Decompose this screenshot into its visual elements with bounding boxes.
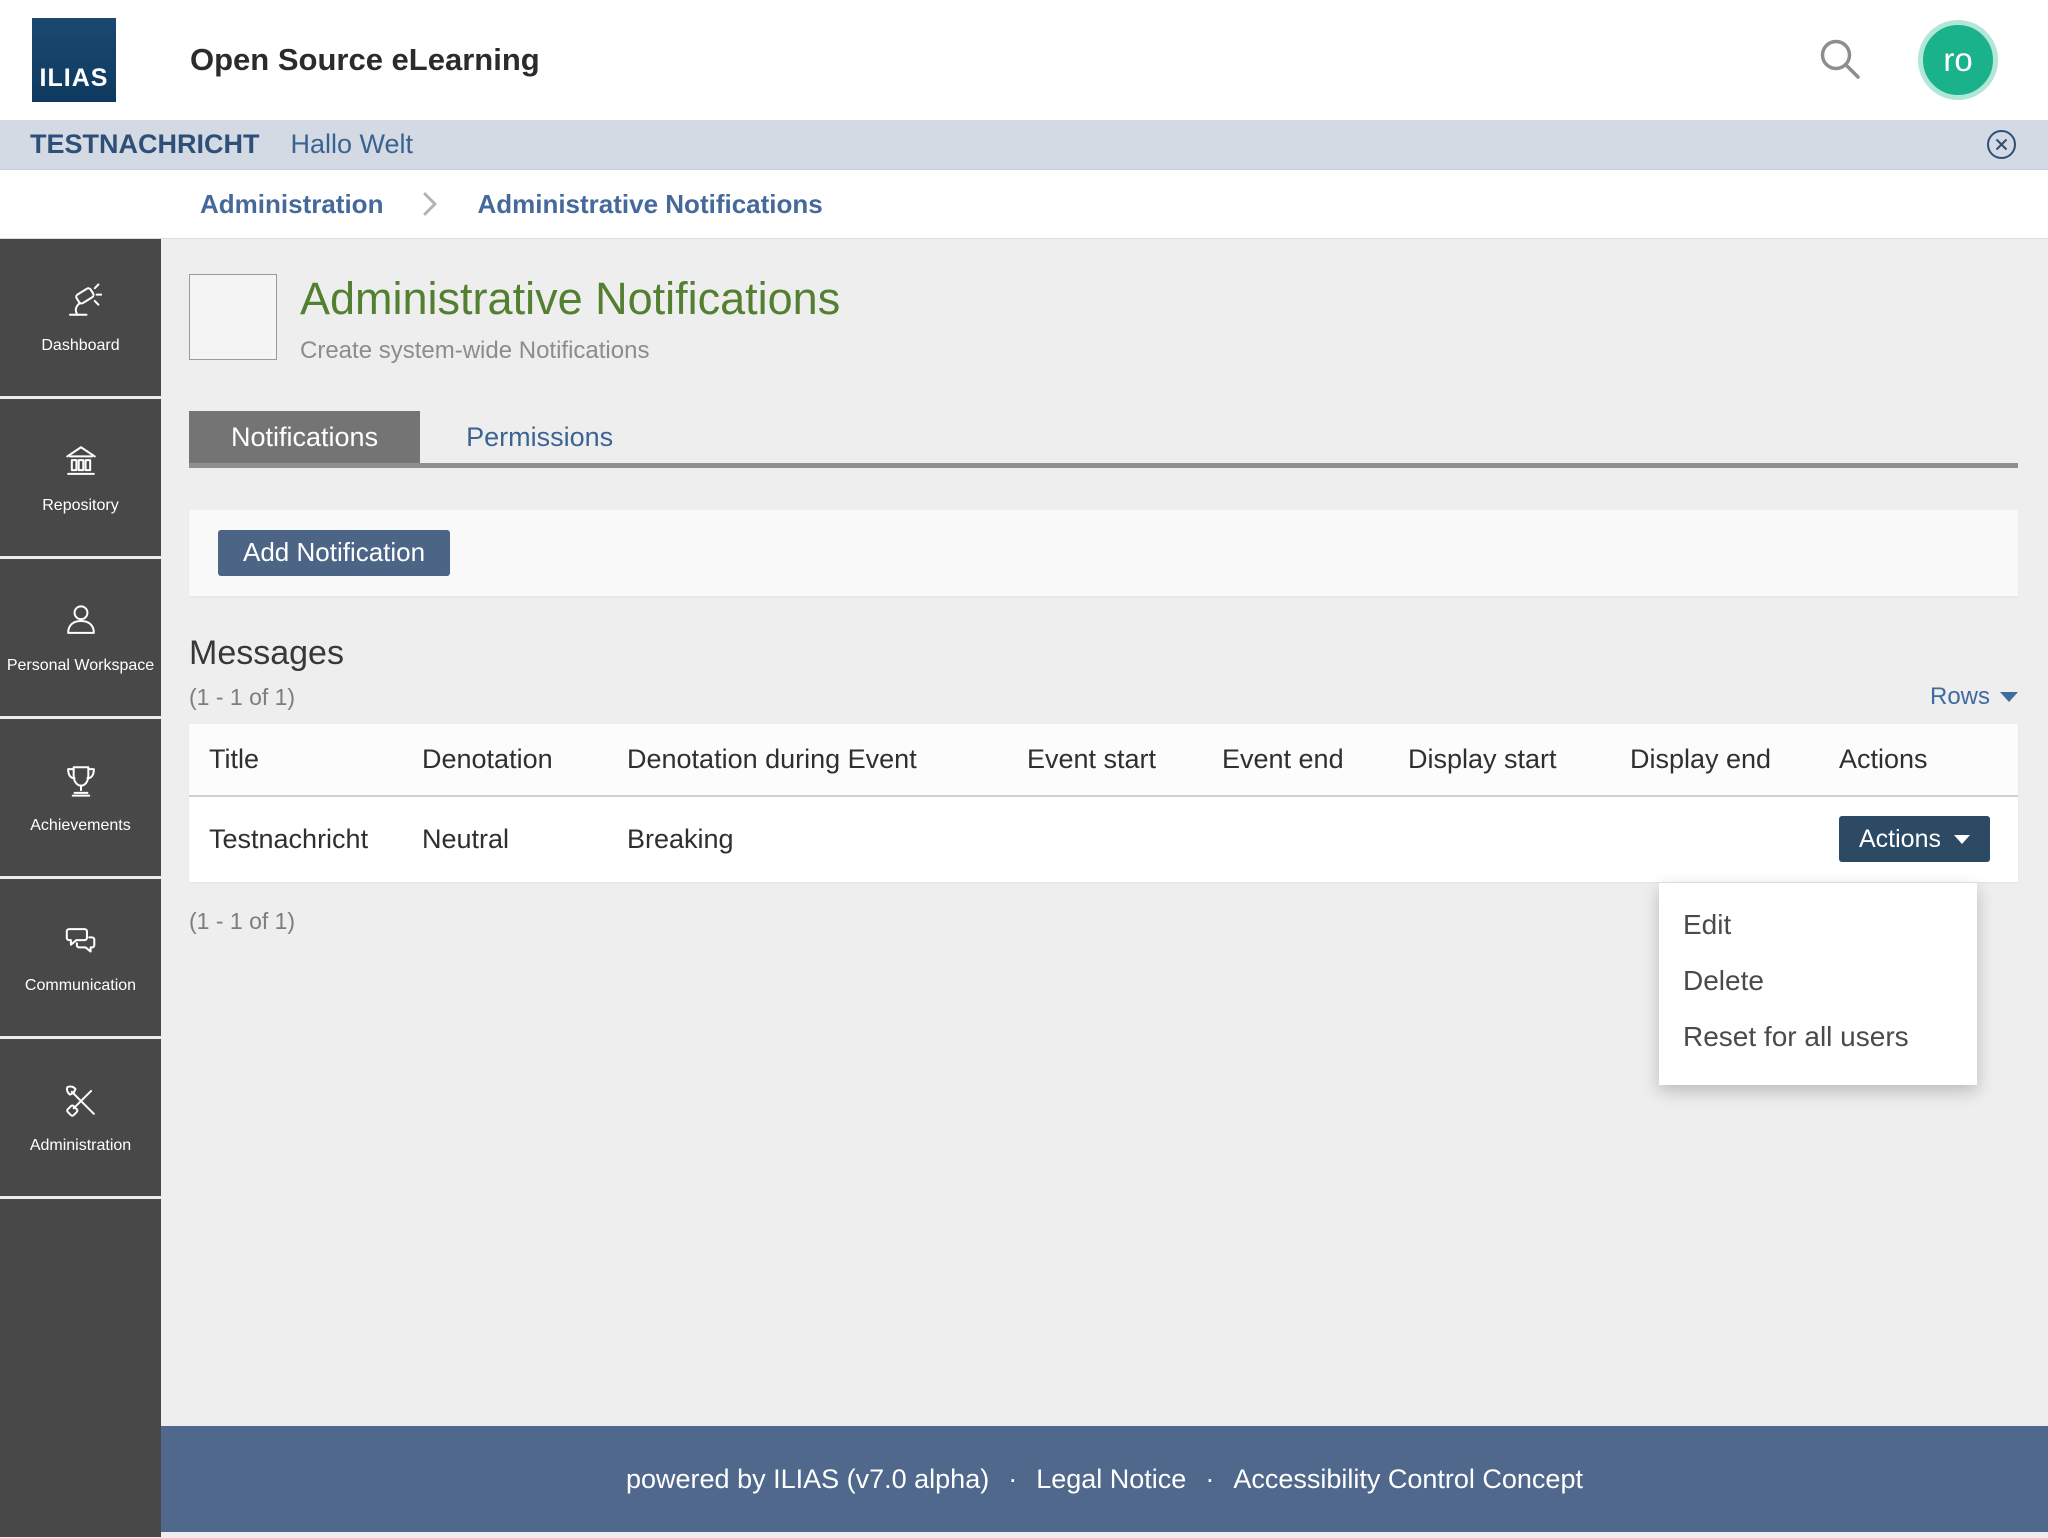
actions-dropdown-button[interactable]: Actions [1839, 816, 1990, 862]
tab-bar: Notifications Permissions [189, 410, 2018, 468]
sidebar-item-label: Administration [29, 1136, 132, 1154]
sidebar-item-repository[interactable]: Repository [0, 399, 161, 559]
chevron-down-icon [1953, 834, 1970, 844]
column-header-display-end: Display end [1610, 723, 1819, 797]
column-header-event-end: Event end [1202, 723, 1388, 797]
main-sidebar: Dashboard Repository Personal Workspace [0, 239, 161, 1537]
column-header-display-start: Display start [1388, 723, 1610, 797]
messages-heading: Messages [189, 633, 344, 672]
chat-bubbles-icon [65, 927, 95, 953]
main-area: Administrative Notifications Create syst… [161, 239, 2048, 1537]
sidebar-item-label: Dashboard [41, 336, 120, 354]
trophy-icon [66, 765, 95, 797]
person-icon [66, 604, 95, 634]
menu-item-delete[interactable]: Delete [1659, 953, 1977, 1009]
sidebar-item-personal-workspace[interactable]: Personal Workspace [0, 559, 161, 719]
powered-by-text: powered by ILIAS (v7.0 alpha) [626, 1463, 990, 1494]
column-header-denotation-during-event: Denotation during Event [607, 723, 1007, 797]
actions-dropdown-menu: Edit Delete Reset for all users [1659, 882, 1977, 1085]
column-header-title: Title [189, 723, 402, 797]
sidebar-item-label: Communication [24, 976, 137, 994]
main-content: Administrative Notifications Create syst… [161, 239, 2048, 1426]
column-header-denotation: Denotation [402, 723, 607, 797]
rows-label: Rows [1929, 682, 1990, 710]
bank-icon [65, 445, 96, 475]
notification-message: Hallo Welt [290, 129, 414, 159]
cell-denotation: Neutral [422, 823, 510, 854]
cell-title: Testnachricht [209, 823, 369, 854]
breadcrumb: Administration Administrative Notificati… [0, 170, 2048, 239]
sidebar-item-label: Achievements [30, 816, 131, 834]
column-header-actions: Actions [1819, 723, 2018, 797]
ilias-logo[interactable]: ILIAS [32, 18, 116, 102]
cell-event-end [1202, 796, 1388, 882]
cell-actions: Actions Edit Delete Reset for all users [1659, 796, 2018, 1085]
object-icon-placeholder [189, 274, 277, 360]
system-notification-bar: TESTNACHRICHT Hallo Welt [0, 120, 2048, 170]
notification-title: TESTNACHRICHT [30, 129, 260, 159]
search-button[interactable] [1814, 34, 1866, 86]
notification-close-button[interactable] [1985, 128, 2018, 161]
menu-item-edit[interactable]: Edit [1659, 897, 1977, 953]
actions-button-label: Actions [1859, 824, 1941, 853]
lamp-icon [68, 283, 102, 316]
sidebar-item-label: Personal Workspace [6, 656, 155, 674]
chevron-right-icon [421, 190, 439, 218]
cell-denotation-during-event: Breaking [627, 823, 734, 854]
tab-permissions[interactable]: Permissions [420, 411, 659, 463]
table-count-row: (1 - 1 of 1) Rows [189, 683, 2018, 711]
sidebar-item-achievements[interactable]: Achievements [0, 719, 161, 879]
footer-separator: · [1205, 1463, 1215, 1494]
messages-table: Title Denotation Denotation during Event… [189, 723, 2018, 1085]
ilias-logo-text: ILIAS [39, 64, 109, 92]
page-header: Administrative Notifications Create syst… [189, 274, 2018, 365]
tab-notifications[interactable]: Notifications [189, 410, 421, 463]
page-footer: powered by ILIAS (v7.0 alpha) · Legal No… [161, 1426, 2048, 1532]
breadcrumb-administrative-notifications[interactable]: Administrative Notifications [477, 189, 822, 220]
table-header-row: Title Denotation Denotation during Event… [189, 723, 2018, 797]
chevron-down-icon [2000, 691, 2018, 702]
top-header: ILIAS Open Source eLearning ro [0, 0, 2048, 120]
page-title: Administrative Notifications [300, 273, 841, 324]
avatar-initials: ro [1943, 41, 1973, 78]
search-icon [1820, 39, 1860, 79]
result-count-top: (1 - 1 of 1) [189, 683, 296, 710]
footer-separator: · [1008, 1463, 1018, 1494]
column-header-event-start: Event start [1007, 723, 1202, 797]
header-right: ro [1814, 20, 1998, 100]
accessibility-link[interactable]: Accessibility Control Concept [1233, 1464, 1583, 1495]
tools-icon [65, 1085, 95, 1117]
cell-event-start [1007, 796, 1202, 882]
sidebar-item-label: Repository [42, 496, 119, 514]
sidebar-item-communication[interactable]: Communication [0, 879, 161, 1039]
page-subtitle: Create system-wide Notifications [300, 336, 650, 364]
toolbar: Add Notification [189, 509, 2018, 596]
rows-dropdown[interactable]: Rows [1930, 683, 2018, 711]
sidebar-item-administration[interactable]: Administration [0, 1039, 161, 1199]
page-titles: Administrative Notifications Create syst… [300, 274, 840, 365]
breadcrumb-administration[interactable]: Administration [200, 189, 383, 220]
sidebar-item-dashboard[interactable]: Dashboard [0, 239, 161, 399]
menu-item-reset-for-all-users[interactable]: Reset for all users [1659, 1009, 1977, 1065]
app-title: Open Source eLearning [190, 42, 540, 77]
table-row: Testnachricht Neutral Breaking Actions E… [189, 796, 2018, 1085]
avatar[interactable]: ro [1918, 20, 1998, 100]
legal-notice-link[interactable]: Legal Notice [1036, 1464, 1186, 1495]
close-icon [1987, 130, 2016, 159]
add-notification-button[interactable]: Add Notification [218, 529, 451, 576]
page-layout: Dashboard Repository Personal Workspace [0, 239, 2048, 1537]
cell-display-start [1388, 796, 1610, 882]
cell-display-end [1610, 796, 1819, 882]
